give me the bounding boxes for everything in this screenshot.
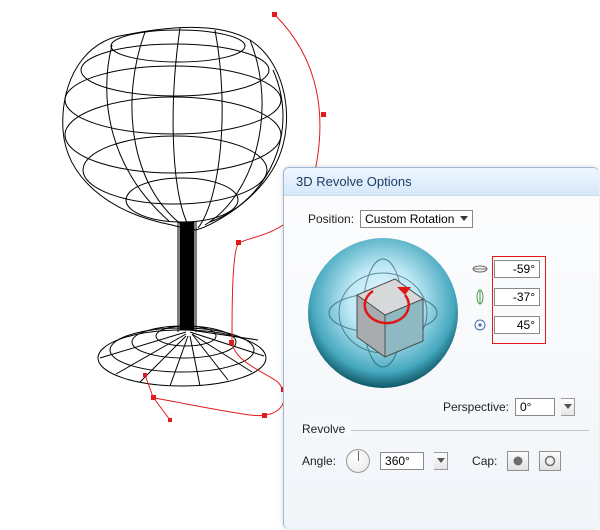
position-select[interactable]: Custom Rotation <box>360 210 473 228</box>
perspective-field[interactable]: 0° <box>515 398 555 416</box>
position-label: Position: <box>308 212 354 226</box>
rotate-x-icon <box>472 261 488 277</box>
perspective-label: Perspective: <box>443 400 509 414</box>
rotate-y-icon <box>472 289 488 305</box>
rotation-y-field[interactable]: -37° <box>494 288 540 306</box>
angle-dial[interactable] <box>346 449 370 473</box>
angle-stepper[interactable] <box>434 452 448 470</box>
cap-label: Cap: <box>472 454 497 468</box>
rotation-preview[interactable] <box>308 238 458 388</box>
dialog-title: 3D Revolve Options <box>284 168 599 196</box>
position-value: Custom Rotation <box>365 212 454 226</box>
angle-label: Angle: <box>302 454 336 468</box>
revolve-section-title: Revolve <box>302 422 351 436</box>
caret-down-icon <box>458 213 470 225</box>
rotation-inputs: -59° -37° 45° <box>472 238 540 334</box>
rotation-z-field[interactable]: 45° <box>494 316 540 334</box>
perspective-stepper[interactable] <box>561 398 575 416</box>
rotate-z-icon <box>472 317 488 333</box>
cap-open-button[interactable] <box>539 451 561 471</box>
revolve-options-dialog: 3D Revolve Options Position: Custom Rota… <box>283 167 599 529</box>
angle-field[interactable]: 360° <box>380 452 424 470</box>
cap-closed-button[interactable] <box>507 451 529 471</box>
rotation-x-field[interactable]: -59° <box>494 260 540 278</box>
